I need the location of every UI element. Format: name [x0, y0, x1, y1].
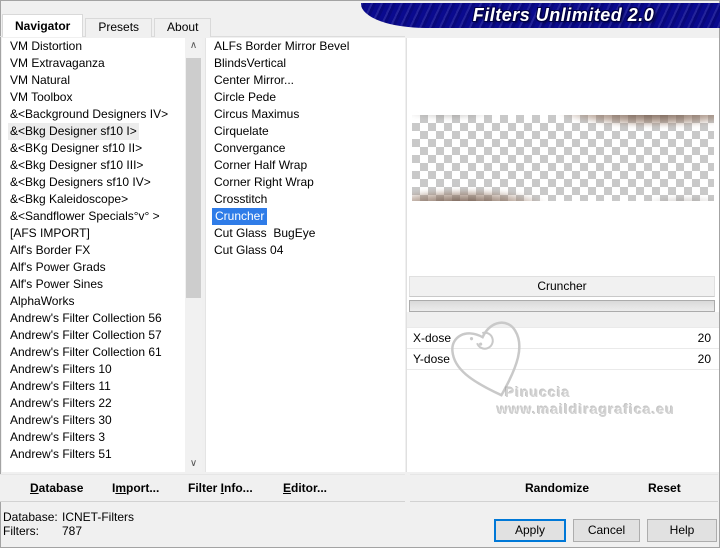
filter-list-item[interactable]: Corner Right Wrap — [206, 174, 405, 191]
navigator-list-item[interactable]: Andrew's Filters 51 — [2, 446, 185, 463]
navigator-list-item[interactable]: VM Distortion — [2, 38, 185, 55]
help-button[interactable]: Help — [647, 519, 717, 542]
navigator-list-item[interactable]: VM Extravaganza — [2, 55, 185, 72]
tab-navigator[interactable]: Navigator — [2, 14, 84, 37]
preview-image — [412, 115, 714, 201]
navigator-list-item[interactable]: Andrew's Filters 10 — [2, 361, 185, 378]
navigator-list-item[interactable]: Andrew's Filter Collection 56 — [2, 310, 185, 327]
reset-button[interactable]: Reset — [648, 475, 681, 501]
scrollbar-thumb[interactable] — [186, 58, 201, 298]
navigator-list-item[interactable]: Andrew's Filters 30 — [2, 412, 185, 429]
navigator-list-item[interactable]: Alf's Border FX — [2, 242, 185, 259]
filter-list-item[interactable]: Circus Maximus — [206, 106, 405, 123]
filters-count-value: 787 — [62, 524, 83, 538]
navigator-list-item[interactable]: Andrew's Filters 3 — [2, 429, 185, 446]
navigator-list-item[interactable]: Andrew's Filters 22 — [2, 395, 185, 412]
preview-artifact — [508, 115, 714, 128]
navigator-list-item[interactable]: &<Bkg Kaleidoscope> — [2, 191, 185, 208]
preview-artifact — [629, 195, 714, 201]
navigator-list-item[interactable]: &<Bkg Designer sf10 I> — [2, 123, 185, 140]
scroll-down-icon[interactable]: ∨ — [185, 456, 202, 472]
navigator-list-item[interactable]: AlphaWorks — [2, 293, 185, 310]
filter-list-item[interactable]: Cruncher — [206, 208, 405, 225]
filter-list-item[interactable]: Cut Glass BugEye — [206, 225, 405, 242]
navigator-list-item[interactable]: &<Bkg Designer sf10 III> — [2, 157, 185, 174]
filter-list-item[interactable]: Center Mirror... — [206, 72, 405, 89]
database-button[interactable]: Database — [30, 475, 83, 501]
scroll-up-icon[interactable]: ∧ — [185, 38, 202, 54]
watermark-name: Pinuccia — [505, 384, 571, 400]
panel-strip — [407, 312, 719, 327]
app-title: Filters Unlimited 2.0 — [472, 5, 655, 25]
tab-strip: Navigator Presets About — [2, 14, 213, 37]
navigator-list-item[interactable]: Alf's Power Sines — [2, 276, 185, 293]
filter-list-item[interactable]: Cut Glass 04 — [206, 242, 405, 259]
apply-button[interactable]: Apply — [494, 519, 566, 542]
navigator-scrollbar[interactable]: ∧ ∨ — [185, 38, 202, 472]
filter-list-item[interactable]: Circle Pede — [206, 89, 405, 106]
navigator-list-item[interactable]: &<Bkg Designers sf10 IV> — [2, 174, 185, 191]
navigator-list-item[interactable]: Alf's Power Grads — [2, 259, 185, 276]
filter-list-item[interactable]: ALFs Border Mirror Bevel — [206, 38, 405, 55]
preview-artifact — [412, 115, 515, 121]
randomize-button[interactable]: Randomize — [525, 475, 589, 501]
navigator-list-item[interactable]: Andrew's Filter Collection 61 — [2, 344, 185, 361]
navigator-list-item[interactable]: &<BKg Designer sf10 II> — [2, 140, 185, 157]
navigator-list-item[interactable]: &<Background Designers IV> — [2, 106, 185, 123]
parameter-name: X-dose — [413, 331, 452, 345]
filters-count-label: Filters: — [3, 524, 39, 538]
navigator-list-item[interactable]: &<Sandflower Specials°v° > — [2, 208, 185, 225]
toolbar-left: Database Import... Filter Info... Editor… — [0, 474, 405, 502]
filters-unlimited-dialog: Filters Unlimited 2.0 Navigator Presets … — [0, 0, 720, 548]
navigator-list-item[interactable]: Andrew's Filter Collection 57 — [2, 327, 185, 344]
database-status-value: ICNET-Filters — [62, 510, 134, 524]
filter-list-item[interactable]: BlindsVertical — [206, 55, 405, 72]
preview-panel: Cruncher X-dose 20 Y-dose 20 Pinuccia ww… — [406, 38, 719, 472]
database-status-label: Database: — [3, 510, 58, 524]
parameter-value[interactable]: 20 — [698, 328, 711, 348]
filter-list-item[interactable]: Crosstitch — [206, 191, 405, 208]
cancel-button[interactable]: Cancel — [573, 519, 640, 542]
parameter-slider-row[interactable]: X-dose 20 — [407, 327, 719, 348]
import-button[interactable]: Import... — [112, 475, 159, 501]
filter-list-item[interactable]: Cirquelate — [206, 123, 405, 140]
filter-name-header: Cruncher — [409, 276, 715, 297]
parameter-name: Y-dose — [413, 352, 450, 366]
progress-bar — [409, 300, 715, 312]
watermark-site: www.maildiragrafica.eu — [497, 401, 675, 417]
tab-presets[interactable]: Presets — [85, 18, 153, 37]
filter-list-item[interactable]: Corner Half Wrap — [206, 157, 405, 174]
navigator-list-item[interactable]: [AFS IMPORT] — [2, 225, 185, 242]
navigator-list-item[interactable]: VM Natural — [2, 72, 185, 89]
filter-list-item[interactable]: Convergance — [206, 140, 405, 157]
navigator-list: VM Distortion VM Extravaganza VM Natural… — [2, 38, 185, 472]
tab-about[interactable]: About — [154, 18, 212, 37]
parameter-value[interactable]: 20 — [698, 349, 711, 369]
editor-button[interactable]: Editor... — [283, 475, 327, 501]
parameter-slider-row[interactable]: Y-dose 20 — [407, 348, 719, 370]
preview-artifact — [412, 188, 591, 201]
title-banner: Filters Unlimited 2.0 — [361, 3, 720, 28]
navigator-list-item[interactable]: Andrew's Filters 11 — [2, 378, 185, 395]
toolbar-right: Randomize Reset — [410, 474, 718, 502]
filter-info-button[interactable]: Filter Info... — [188, 475, 253, 501]
parameter-rows: X-dose 20 Y-dose 20 — [407, 327, 719, 370]
filter-list: ALFs Border Mirror Bevel BlindsVertical … — [205, 38, 405, 472]
navigator-list-item[interactable]: VM Toolbox — [2, 89, 185, 106]
